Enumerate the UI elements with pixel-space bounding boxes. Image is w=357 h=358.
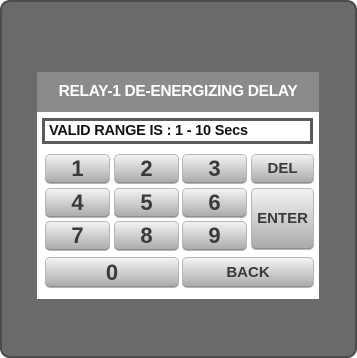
key-9[interactable]: 9 bbox=[183, 222, 246, 250]
key-6[interactable]: 6 bbox=[183, 189, 246, 217]
del-button[interactable]: DEL bbox=[252, 155, 313, 183]
range-display: VALID RANGE IS : 1 - 10 Secs bbox=[42, 118, 313, 144]
enter-button[interactable]: ENTER bbox=[252, 189, 313, 249]
key-7[interactable]: 7 bbox=[46, 222, 109, 250]
dialog-title: RELAY-1 DE-ENERGIZING DELAY bbox=[37, 72, 319, 112]
key-3[interactable]: 3 bbox=[183, 155, 246, 183]
key-0[interactable]: 0 bbox=[46, 258, 178, 287]
key-1[interactable]: 1 bbox=[46, 155, 109, 183]
key-2[interactable]: 2 bbox=[115, 155, 178, 183]
back-button[interactable]: BACK bbox=[183, 258, 313, 287]
key-4[interactable]: 4 bbox=[46, 189, 109, 217]
key-5[interactable]: 5 bbox=[115, 189, 178, 217]
key-8[interactable]: 8 bbox=[115, 222, 178, 250]
touch-screen: RELAY-1 DE-ENERGIZING DELAY VALID RANGE … bbox=[37, 72, 319, 299]
